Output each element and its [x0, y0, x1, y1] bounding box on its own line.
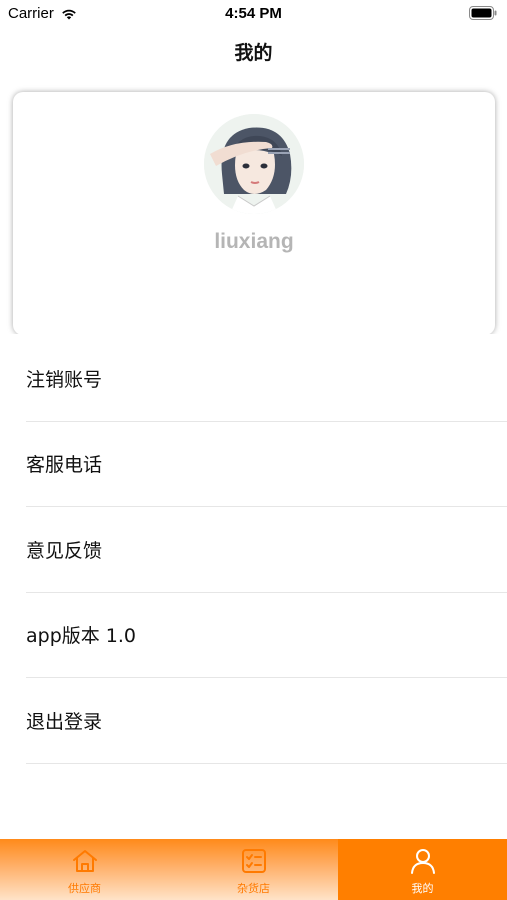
- menu-item-logout[interactable]: 退出登录: [26, 678, 507, 764]
- menu-item-app-version[interactable]: app版本 1.0: [26, 593, 507, 678]
- status-bar: Carrier 4:54 PM: [0, 0, 507, 28]
- menu-item-label: 退出登录: [26, 710, 103, 733]
- screen: Carrier 4:54 PM 我的 liuxiang 注销账号 客服电话 意见…: [0, 0, 507, 900]
- tab-label: 我的: [411, 882, 434, 895]
- person-icon: [410, 849, 435, 874]
- settings-menu: 注销账号 客服电话 意见反馈 app版本 1.0 退出登录: [0, 336, 507, 764]
- tab-mine[interactable]: 我的: [338, 839, 507, 900]
- tab-label: 供应商: [68, 882, 101, 895]
- tab-grocery[interactable]: 杂货店: [169, 839, 338, 900]
- menu-item-label: app版本 1.0: [26, 625, 137, 648]
- tab-suppliers[interactable]: 供应商: [0, 839, 169, 900]
- menu-item-label: 意见反馈: [26, 539, 103, 562]
- tab-bar: 供应商 杂货店 我的: [0, 839, 507, 900]
- menu-item-customer-service[interactable]: 客服电话: [26, 422, 507, 507]
- menu-item-label: 注销账号: [26, 368, 103, 391]
- home-icon: [72, 850, 97, 872]
- menu-item-deactivate-account[interactable]: 注销账号: [26, 336, 507, 422]
- page-title: 我的: [234, 42, 273, 64]
- status-time: 4:54 PM: [225, 5, 282, 22]
- battery-icon: [469, 6, 497, 20]
- checklist-icon: [241, 849, 266, 873]
- avatar[interactable]: [204, 114, 304, 214]
- menu-item-feedback[interactable]: 意见反馈: [26, 507, 507, 593]
- avatar-image: [204, 114, 304, 214]
- profile-card: liuxiang: [13, 92, 495, 335]
- tab-label: 杂货店: [237, 882, 270, 895]
- menu-item-label: 客服电话: [26, 454, 103, 477]
- username: liuxiang: [214, 230, 294, 253]
